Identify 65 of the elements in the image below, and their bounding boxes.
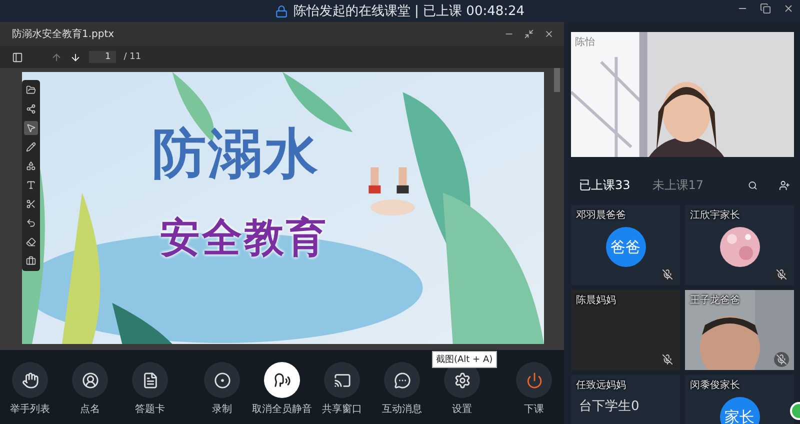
video-name: 陈怡	[575, 36, 595, 49]
undo-icon[interactable]	[26, 218, 36, 228]
close-icon[interactable]	[544, 29, 554, 39]
student-name: 任致远妈妈	[576, 379, 626, 392]
document-title: 防溺水安全教育1.pptx	[12, 28, 116, 41]
hand-icon	[22, 372, 38, 388]
shapes-icon[interactable]	[26, 161, 36, 171]
toolbar-button[interactable]: 共享窗口	[312, 362, 372, 416]
tooltip: 截图(Alt + A)	[432, 351, 497, 368]
slide-title: 防溺水	[152, 121, 320, 187]
toolbar-button[interactable]: 下课	[504, 362, 564, 416]
screen-share-icon	[334, 372, 350, 388]
student-name: 邓羽晨爸爸	[576, 209, 626, 222]
student-name: 陈晨妈妈	[576, 294, 616, 307]
toolbar-button[interactable]: 互动消息	[372, 362, 432, 416]
next-page-icon[interactable]	[70, 52, 81, 62]
muted-mic-icon	[662, 354, 673, 365]
avatar: 家长	[720, 397, 760, 424]
student-tile[interactable]: 陈晨妈妈	[571, 290, 680, 370]
toolbar-button[interactable]: 录制	[192, 362, 252, 416]
person-pin-icon	[82, 372, 98, 388]
student-name: 王子龙爸爸	[690, 294, 740, 307]
pencil-icon[interactable]	[26, 142, 36, 152]
text-icon[interactable]	[26, 180, 36, 190]
student-tile[interactable]: 江欣宇家长	[685, 205, 794, 285]
page-total: / 11	[124, 52, 142, 62]
power-icon	[526, 372, 542, 388]
scissors-icon[interactable]	[26, 199, 36, 209]
toolbar-button[interactable]: 点名	[60, 362, 120, 416]
student-tile[interactable]: 邓羽晨爸爸 爸爸	[571, 205, 680, 285]
muted-mic-icon	[662, 269, 673, 280]
muted-mic-icon	[776, 269, 787, 280]
page-number-field[interactable]: 1	[89, 51, 116, 63]
close-icon[interactable]	[783, 3, 794, 14]
student-tile[interactable]: 任致远妈妈 台下学生0	[571, 375, 680, 424]
muted-mic-icon	[776, 354, 787, 365]
student-name: 闵黍俊家长	[690, 378, 740, 392]
sidebar-toggle-icon[interactable]	[12, 52, 23, 62]
previous-page-icon[interactable]	[51, 52, 62, 62]
chat-icon	[394, 372, 410, 388]
share-icon[interactable]	[26, 104, 36, 114]
shrink-icon[interactable]	[524, 29, 534, 39]
folder-icon[interactable]	[26, 85, 36, 95]
toolbar-button[interactable]: 取消全员静音	[252, 362, 312, 416]
toolbar-button[interactable]: 答题卡	[120, 362, 180, 416]
record-icon	[214, 372, 230, 388]
window-title: 陈怡发起的在线课堂 | 已上课 00:48:24	[293, 3, 525, 20]
search-icon[interactable]	[748, 178, 758, 192]
card-icon	[142, 372, 158, 388]
scrollbar-thumb[interactable]	[554, 68, 560, 92]
restore-icon[interactable]	[760, 3, 771, 14]
pointer-icon[interactable]	[26, 123, 36, 133]
student-tile[interactable]: 闵黍俊家长 家长	[685, 375, 794, 424]
speaking-person-icon	[274, 372, 290, 388]
settings-icon	[454, 372, 470, 388]
toolbar-button[interactable]: 举手列表	[0, 362, 60, 416]
avatar: 爸爸	[606, 227, 646, 267]
roster-tab[interactable]: 未上课17	[652, 176, 704, 194]
roster-tab[interactable]: 已上课33	[579, 176, 630, 194]
offstage-count: 台下学生0	[579, 398, 640, 415]
student-name: 江欣宇家长	[690, 208, 740, 222]
toolbox-icon[interactable]	[26, 256, 36, 266]
lock-icon	[275, 4, 288, 18]
eraser-icon[interactable]	[26, 237, 36, 247]
slide-subtitle: 安全教育	[160, 214, 328, 263]
